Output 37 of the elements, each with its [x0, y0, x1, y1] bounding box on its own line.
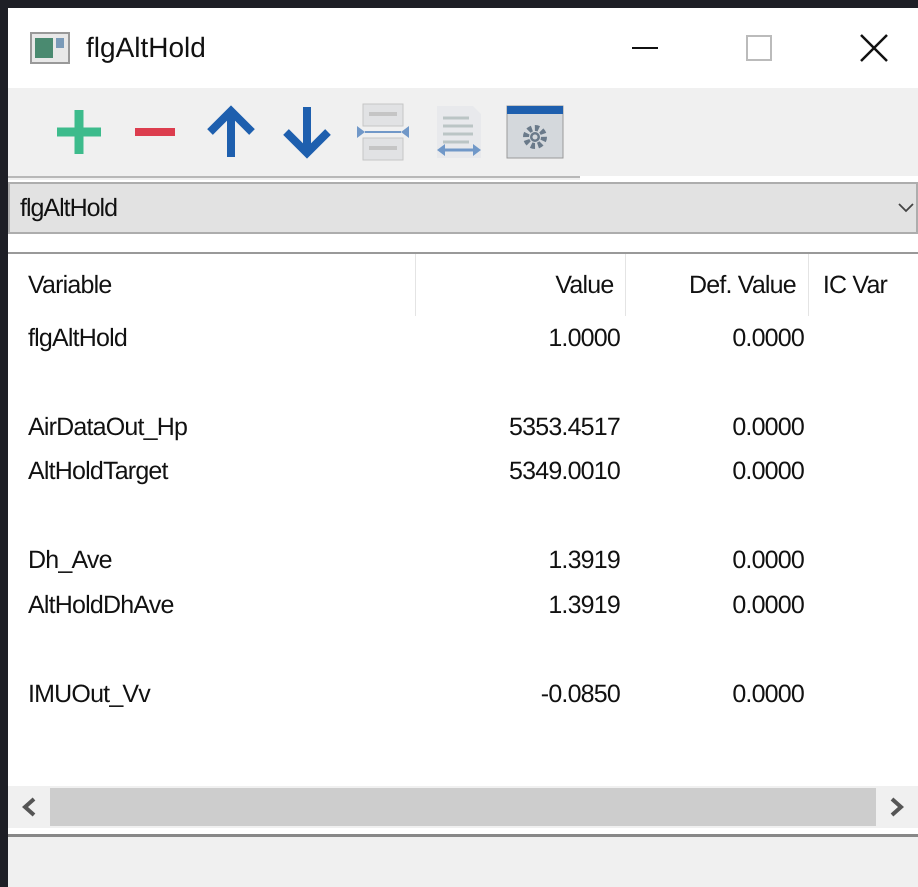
close-icon[interactable] — [860, 34, 888, 62]
table-cell-text: 5349.0010 — [508, 457, 621, 486]
arrow-up-icon — [206, 105, 256, 159]
table-cell-text: 0.0000 — [731, 324, 805, 353]
chevron-down-icon — [898, 203, 914, 213]
minus-icon — [135, 127, 175, 137]
window-title: flgAltHold — [86, 32, 206, 64]
table-cell-text: 0.0000 — [731, 590, 805, 620]
minimize-icon[interactable] — [632, 46, 658, 50]
window-icon — [30, 32, 70, 64]
table-cell-text: Dh_Ave — [27, 546, 113, 576]
table-cell-text: 0.0000 — [731, 680, 805, 709]
table-cell-text: 1.3919 — [547, 590, 621, 620]
table-cell-text: 0.0000 — [731, 457, 805, 486]
table-cell-text: 0.0000 — [731, 546, 805, 576]
variable-dropdown[interactable]: flgAltHold — [8, 182, 918, 234]
table-cell-text: 1.3919 — [547, 546, 621, 576]
insert-row-icon — [355, 102, 411, 162]
table-cell-text: -0.0850 — [540, 680, 621, 709]
table-cell-text: IMUOut_Vv — [27, 680, 152, 709]
column-header[interactable]: IC Var — [808, 254, 918, 316]
column-header[interactable]: Value — [416, 254, 626, 316]
table-cell-text: AltHoldTarget — [27, 457, 170, 486]
arrow-down-icon — [282, 105, 332, 159]
table-cell-text: 1.0000 — [547, 324, 621, 353]
scroll-right-icon[interactable] — [890, 797, 904, 817]
scroll-left-icon[interactable] — [22, 797, 36, 817]
table-cell-text: 5353.4517 — [508, 412, 621, 442]
table-cell-text: 0.0000 — [731, 412, 805, 442]
settings-icon — [506, 105, 564, 159]
column-header[interactable]: Variable — [8, 254, 416, 316]
horizontal-scrollbar[interactable] — [8, 786, 918, 828]
column-header[interactable]: Def. Value — [626, 254, 809, 316]
table-cell-text: AltHoldDhAve — [27, 590, 175, 620]
table-cell-text: flgAltHold — [27, 324, 128, 353]
scrollbar-thumb[interactable] — [50, 788, 876, 826]
table-cell-text: AirDataOut_Hp — [27, 412, 188, 442]
